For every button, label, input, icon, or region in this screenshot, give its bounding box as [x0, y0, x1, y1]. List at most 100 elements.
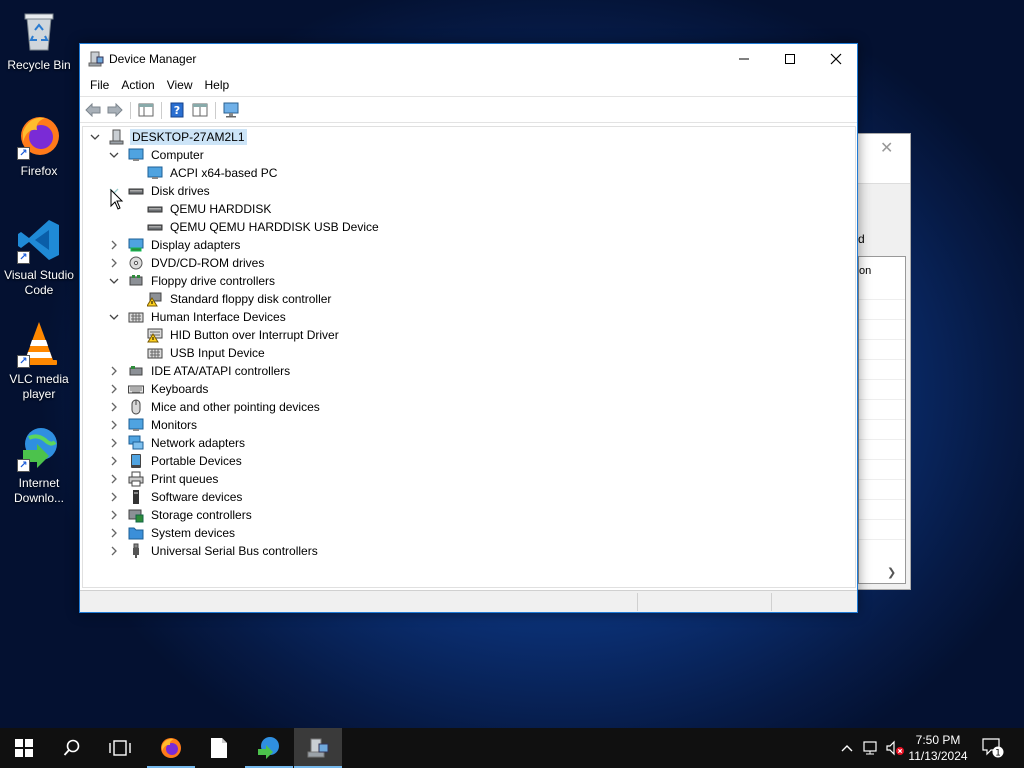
tree-category-monitors[interactable]: Monitors	[108, 416, 199, 434]
tree-node-label[interactable]: QEMU HARDDISK	[168, 201, 273, 217]
tree-category-portable-devices[interactable]: Portable Devices	[108, 452, 244, 470]
desktop-icon-vlc[interactable]: ↗ VLC media player	[2, 320, 76, 402]
taskbar-clock[interactable]: 7:50 PM 11/13/2024	[905, 732, 971, 764]
tree-category-system-devices[interactable]: System devices	[108, 524, 237, 542]
volume-muted-tray-button[interactable]	[884, 728, 906, 768]
tree-device-qemu-usb-harddisk[interactable]: QEMU QEMU HARDDISK USB Device	[127, 218, 381, 236]
task-view-button[interactable]	[96, 728, 144, 768]
taskbar-device-manager[interactable]	[294, 728, 342, 768]
tree-node-label[interactable]: Floppy drive controllers	[149, 273, 277, 289]
tree-node-label[interactable]: USB Input Device	[168, 345, 267, 361]
expand-chevron-icon[interactable]	[108, 545, 120, 557]
expand-chevron-icon[interactable]	[108, 239, 120, 251]
tree-category-network-adapters[interactable]: Network adapters	[108, 434, 247, 452]
tree-device-hid-button[interactable]: HID Button over Interrupt Driver	[127, 326, 341, 344]
tree-node-label[interactable]: Network adapters	[149, 435, 247, 451]
taskbar-notepad[interactable]	[195, 728, 243, 768]
expand-chevron-icon[interactable]	[108, 401, 120, 413]
tree-device-acpi[interactable]: ACPI x64-based PC	[127, 164, 279, 182]
tree-device-qemu-harddisk[interactable]: QEMU HARDDISK	[127, 200, 273, 218]
back-button[interactable]	[84, 102, 102, 118]
tree-node-label[interactable]: Monitors	[149, 417, 199, 433]
tree-category-mice[interactable]: Mice and other pointing devices	[108, 398, 322, 416]
tree-device-standard-floppy[interactable]: Standard floppy disk controller	[127, 290, 333, 308]
taskbar-firefox[interactable]	[147, 728, 195, 768]
background-dialog-list[interactable]: on ❯	[858, 256, 906, 584]
menu-help[interactable]: Help	[199, 74, 236, 96]
forward-button[interactable]	[106, 102, 124, 118]
tree-category-floppy-controllers[interactable]: Floppy drive controllers	[108, 272, 277, 290]
close-icon[interactable]: ✕	[880, 138, 893, 158]
scroll-right-icon[interactable]: ❯	[887, 566, 896, 579]
expand-chevron-icon[interactable]	[108, 365, 120, 377]
tree-node-label[interactable]: Software devices	[149, 489, 244, 505]
collapse-chevron-icon[interactable]	[89, 131, 101, 143]
tree-category-storage-controllers[interactable]: Storage controllers	[108, 506, 254, 524]
tree-category-keyboards[interactable]: Keyboards	[108, 380, 210, 398]
tree-category-computer[interactable]: Computer	[108, 146, 206, 164]
help-button[interactable]: ?	[168, 102, 186, 118]
desktop-icon-firefox[interactable]: ↗ Firefox	[2, 112, 76, 179]
expand-chevron-icon[interactable]	[108, 527, 120, 539]
desktop-icon-internet-download[interactable]: ↗ Internet Downlo...	[2, 424, 76, 506]
tree-category-display-adapters[interactable]: Display adapters	[108, 236, 242, 254]
expand-chevron-icon[interactable]	[108, 383, 120, 395]
show-hide-console-tree-button[interactable]	[137, 102, 155, 118]
menu-view[interactable]: View	[161, 74, 199, 96]
tree-node-label[interactable]: Standard floppy disk controller	[168, 291, 333, 307]
tree-category-print-queues[interactable]: Print queues	[108, 470, 220, 488]
desktop-icon-recycle-bin[interactable]: Recycle Bin	[2, 6, 76, 73]
title-bar[interactable]: Device Manager	[80, 44, 857, 74]
expand-chevron-icon[interactable]	[108, 491, 120, 503]
expand-chevron-icon[interactable]	[108, 509, 120, 521]
expand-chevron-icon[interactable]	[108, 473, 120, 485]
tree-device-usb-input[interactable]: USB Input Device	[127, 344, 267, 362]
tree-root-label[interactable]: DESKTOP-27AM2L1	[130, 129, 247, 145]
properties-button[interactable]	[191, 102, 209, 118]
menu-file[interactable]: File	[84, 74, 115, 96]
action-center-button[interactable]: 1	[980, 728, 1006, 768]
device-tree[interactable]: DESKTOP-27AM2L1 Computer ACPI x64-based …	[82, 126, 856, 588]
collapse-chevron-icon[interactable]	[108, 149, 120, 161]
tree-node-label[interactable]: System devices	[149, 525, 237, 541]
tree-category-hid[interactable]: Human Interface Devices	[108, 308, 288, 326]
close-button[interactable]	[813, 44, 859, 74]
minimize-button[interactable]	[721, 44, 767, 74]
maximize-button[interactable]	[767, 44, 813, 74]
tree-node-label[interactable]: DVD/CD-ROM drives	[149, 255, 266, 271]
search-button[interactable]	[48, 728, 96, 768]
tree-category-dvd-drives[interactable]: DVD/CD-ROM drives	[108, 254, 266, 272]
tree-node-label[interactable]: Human Interface Devices	[149, 309, 288, 325]
show-hidden-icons-button[interactable]	[838, 728, 856, 768]
tree-node-label[interactable]: Storage controllers	[149, 507, 254, 523]
tree-node-label[interactable]: IDE ATA/ATAPI controllers	[149, 363, 292, 379]
expand-chevron-icon[interactable]	[108, 419, 120, 431]
collapse-chevron-icon[interactable]	[108, 311, 120, 323]
tree-node-label[interactable]: Display adapters	[149, 237, 242, 253]
tree-node-label[interactable]: ACPI x64-based PC	[168, 165, 279, 181]
shortcut-arrow-icon: ↗	[17, 147, 30, 160]
tree-node-label[interactable]: QEMU QEMU HARDDISK USB Device	[168, 219, 381, 235]
scan-hardware-button[interactable]	[222, 102, 240, 118]
tree-category-software-devices[interactable]: Software devices	[108, 488, 244, 506]
expand-chevron-icon[interactable]	[108, 455, 120, 467]
desktop-icon-vscode[interactable]: ↗ Visual Studio Code	[2, 216, 76, 298]
tree-node-label[interactable]: Computer	[149, 147, 206, 163]
tree-category-ide[interactable]: IDE ATA/ATAPI controllers	[108, 362, 292, 380]
menu-action[interactable]: Action	[115, 74, 160, 96]
tree-category-usb-controllers[interactable]: Universal Serial Bus controllers	[108, 542, 320, 560]
start-button[interactable]	[0, 728, 48, 768]
network-tray-button[interactable]	[860, 728, 882, 768]
tree-node-label[interactable]: Print queues	[149, 471, 220, 487]
tree-node-label[interactable]: Portable Devices	[149, 453, 244, 469]
expand-chevron-icon[interactable]	[108, 257, 120, 269]
tree-node-label[interactable]: Disk drives	[149, 183, 212, 199]
tree-node-label[interactable]: HID Button over Interrupt Driver	[168, 327, 341, 343]
tree-node-label[interactable]: Universal Serial Bus controllers	[149, 543, 320, 559]
tree-node-label[interactable]: Keyboards	[149, 381, 210, 397]
tree-root[interactable]: DESKTOP-27AM2L1	[89, 128, 247, 146]
expand-chevron-icon[interactable]	[108, 437, 120, 449]
taskbar-internet-download-manager[interactable]	[245, 728, 293, 768]
tree-node-label[interactable]: Mice and other pointing devices	[149, 399, 322, 415]
collapse-chevron-icon[interactable]	[108, 275, 120, 287]
